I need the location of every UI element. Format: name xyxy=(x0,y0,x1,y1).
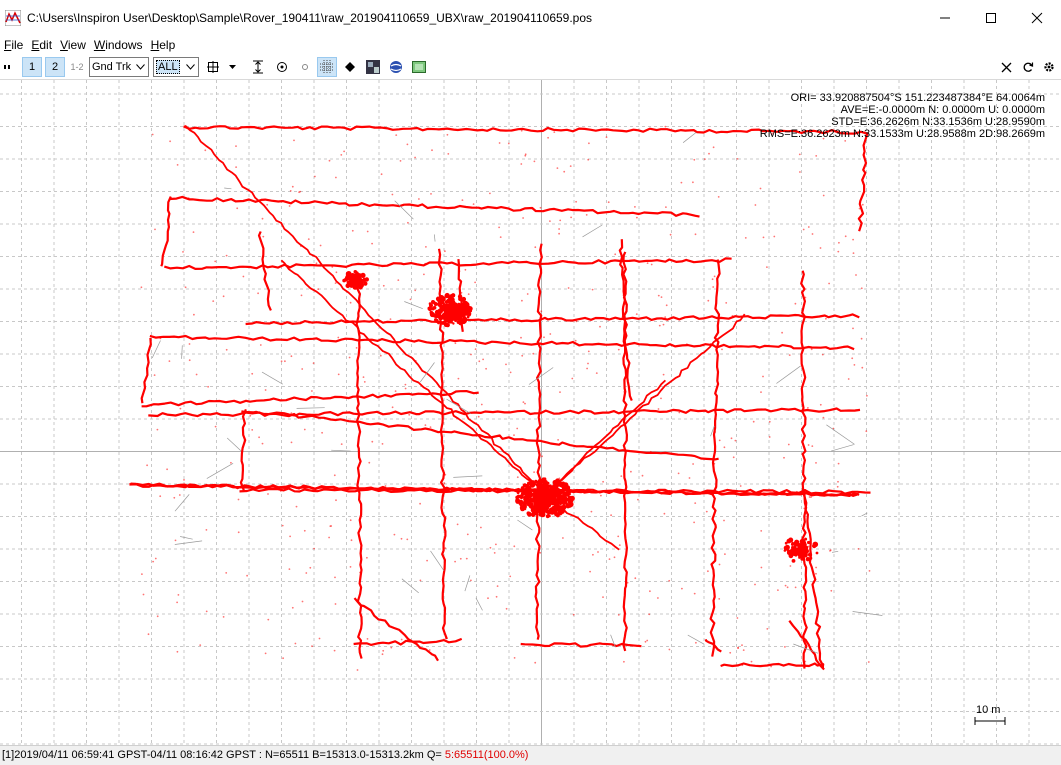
connect-icon xyxy=(4,65,10,69)
std-readout: STD=E:36.2626m N:33.1536m U:28.9590m xyxy=(831,116,1045,128)
quality-filter-select[interactable]: ALL xyxy=(153,57,199,77)
diamond-icon xyxy=(345,62,355,72)
clear-button[interactable] xyxy=(998,57,1014,77)
status-quality: 5:65511(100.0%) xyxy=(444,749,529,761)
scale-bar xyxy=(974,717,1006,725)
reload-button[interactable] xyxy=(1020,57,1036,77)
map-view-icon xyxy=(412,61,426,73)
solution2-button[interactable]: 2 xyxy=(45,57,65,77)
crosshair-box-icon xyxy=(207,61,219,73)
minimize-button[interactable] xyxy=(922,0,968,36)
rtkplot-icon xyxy=(5,10,21,26)
status-range: [1]2019/04/11 06:59:41 GPST-04/11 08:16:… xyxy=(2,749,445,761)
menu-help[interactable]: Help xyxy=(147,36,180,54)
close-icon xyxy=(1031,12,1043,24)
chevron-down-icon xyxy=(132,58,148,76)
google-map-button[interactable] xyxy=(411,57,427,77)
reload-icon xyxy=(1023,62,1034,72)
window-title: C:\Users\Inspiron User\Desktop\Sample\Ro… xyxy=(27,11,593,25)
maximize-button[interactable] xyxy=(968,0,1014,36)
menu-bar: File Edit View Windows Help xyxy=(0,36,1061,54)
fit-vertical-icon xyxy=(253,60,263,74)
gear-icon xyxy=(1044,62,1054,72)
target-icon xyxy=(277,62,287,72)
plot-type-select[interactable]: Gnd Trk xyxy=(89,57,149,77)
average-readout: AVE=E:-0.0000m N: 0.0000m U: 0.0000m xyxy=(840,104,1045,116)
plot-canvas[interactable] xyxy=(0,80,1061,745)
grid-icon xyxy=(320,60,334,74)
fit-vertical-button[interactable] xyxy=(250,57,266,77)
close-window-button[interactable] xyxy=(1014,0,1060,36)
origin-readout: ORI= 33.920887504°S 151.223487384°E 64.0… xyxy=(790,92,1045,104)
options-button[interactable] xyxy=(1041,57,1057,77)
map-image-icon xyxy=(366,60,380,74)
show-grid-button[interactable] xyxy=(317,57,337,77)
globe-icon xyxy=(390,61,402,73)
menu-view[interactable]: View xyxy=(56,36,90,54)
center-button[interactable] xyxy=(205,57,221,77)
title-bar: C:\Users\Inspiron User\Desktop\Sample\Ro… xyxy=(0,0,1061,36)
maximize-icon xyxy=(986,13,996,23)
google-earth-button[interactable] xyxy=(388,57,404,77)
solution1-button[interactable]: 1 xyxy=(22,57,42,77)
minimize-icon xyxy=(940,17,950,19)
chevron-down-icon xyxy=(182,58,198,76)
connect-button[interactable] xyxy=(2,57,14,77)
show-point-button[interactable] xyxy=(274,57,290,77)
menu-edit[interactable]: Edit xyxy=(27,36,56,54)
close-icon xyxy=(1001,62,1011,72)
show-mark-button[interactable] xyxy=(298,57,312,77)
scale-label: 10 m xyxy=(976,704,1001,716)
solution12-button[interactable]: 1-2 xyxy=(68,57,86,77)
status-bar: [1]2019/04/11 06:59:41 GPST-04/11 08:16:… xyxy=(0,745,1061,765)
rms-readout: RMS=E:36.2623m N:33.1533m U:28.9588m 2D:… xyxy=(759,128,1045,140)
triangle-down-icon xyxy=(228,64,236,69)
center-origin-button[interactable] xyxy=(342,57,358,77)
show-map-button[interactable] xyxy=(365,57,381,77)
ground-track-plot[interactable]: ORI= 33.920887504°S 151.223487384°E 64.0… xyxy=(0,80,1061,745)
menu-windows[interactable]: Windows xyxy=(90,36,147,54)
center-dropdown-button[interactable] xyxy=(226,57,238,77)
menu-file[interactable]: File xyxy=(0,36,27,54)
toolbar: 1 2 1-2 Gnd Trk ALL xyxy=(0,55,1061,80)
small-circle-icon xyxy=(302,64,308,70)
